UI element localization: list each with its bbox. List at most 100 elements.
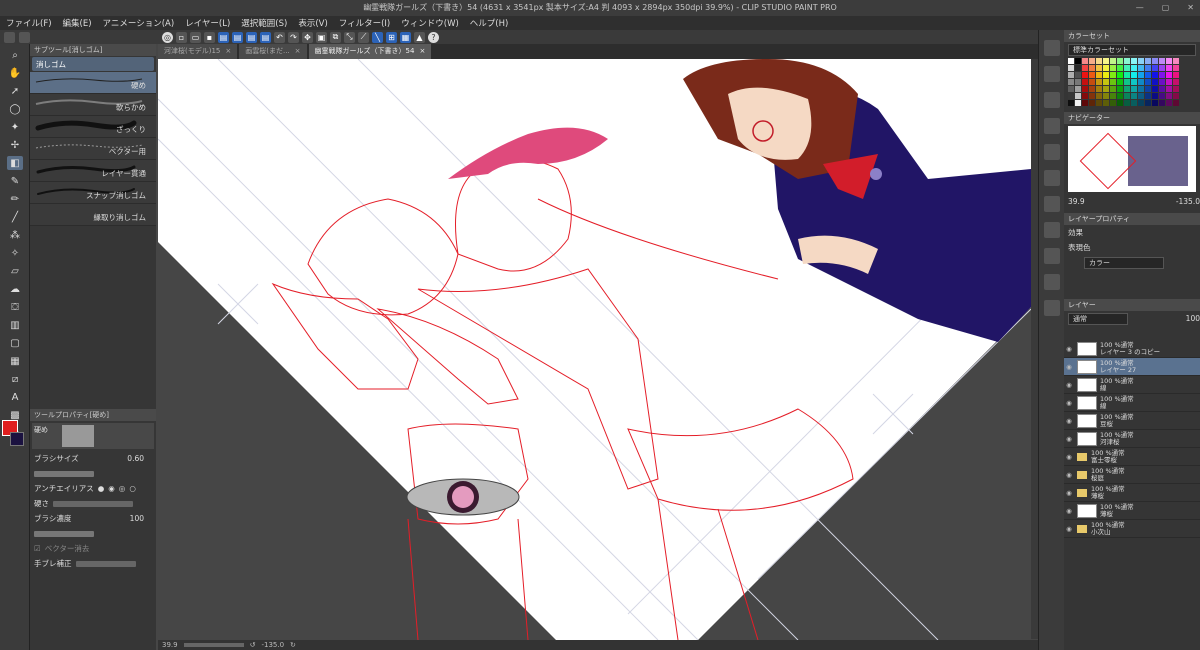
color-swatch[interactable] [1166, 58, 1172, 64]
artwork-canvas[interactable] [158, 59, 1031, 640]
color-swatch[interactable] [1110, 79, 1116, 85]
antialias-mid-icon[interactable]: ◎ [119, 484, 126, 493]
color-swatch[interactable] [1089, 65, 1095, 71]
subtool-item[interactable]: レイヤー貫通 [30, 160, 156, 182]
close-icon[interactable]: × [419, 44, 425, 59]
scale-icon[interactable]: ⤡ [344, 31, 355, 43]
color-swatch[interactable] [1103, 86, 1109, 92]
vector-erase-row[interactable]: ☑ ベクター消去 [30, 541, 156, 556]
color-swatch[interactable] [1173, 65, 1179, 71]
menu-filter[interactable]: フィルター(I) [339, 17, 390, 29]
color-swatch[interactable] [1068, 86, 1074, 92]
eraser2-tool-icon[interactable]: ▱ [7, 264, 23, 278]
antialias-weak-icon[interactable]: ◉ [108, 484, 115, 493]
color-swatch[interactable] [1159, 65, 1165, 71]
zoom-tool-icon[interactable]: ⌕ [7, 48, 23, 62]
color-swatch[interactable] [1089, 93, 1095, 99]
menu-help[interactable]: ヘルプ(H) [470, 17, 509, 29]
color-swatch[interactable] [1145, 93, 1151, 99]
color-swatch[interactable] [1110, 65, 1116, 71]
menu-layer[interactable]: レイヤー(L) [185, 17, 230, 29]
panel-icon[interactable] [1044, 170, 1060, 186]
hardness-slider[interactable] [53, 500, 133, 507]
colorset-select[interactable]: 標準カラーセット [1068, 44, 1196, 56]
color-swatch[interactable] [1068, 93, 1074, 99]
color-swatch[interactable] [1110, 86, 1116, 92]
subtool-item[interactable]: ベクター用 [30, 138, 156, 160]
navigator-zoom[interactable]: 39.9 [1068, 197, 1085, 206]
color-swatch[interactable] [1089, 72, 1095, 78]
color-swatch[interactable] [1110, 93, 1116, 99]
color-swatch[interactable] [1117, 72, 1123, 78]
density-value[interactable]: 100 [130, 514, 144, 523]
color-swatch[interactable] [1103, 100, 1109, 106]
eye-icon[interactable]: ◉ [1064, 345, 1074, 353]
subtool-panel-tab[interactable]: サブツール[消しゴム] [30, 44, 156, 56]
transform-icon[interactable]: ✥ [302, 31, 313, 43]
airbrush-tool-icon[interactable]: ⁂ [7, 228, 23, 242]
color-swatch[interactable] [1145, 86, 1151, 92]
color-swatch[interactable] [1075, 86, 1081, 92]
panel-icon[interactable] [1044, 144, 1060, 160]
color-swatch[interactable] [1096, 58, 1102, 64]
eye-icon[interactable]: ◉ [1064, 471, 1074, 479]
navigator-angle[interactable]: -135.0 [1176, 197, 1200, 206]
color-swatch[interactable] [1152, 72, 1158, 78]
eye-icon[interactable]: ◉ [1064, 489, 1074, 497]
color-swatch[interactable] [1075, 100, 1081, 106]
brush-size-slider[interactable] [34, 470, 94, 477]
sub-color-chip[interactable] [10, 432, 24, 446]
vertical-scrollbar[interactable] [1031, 59, 1038, 639]
color-swatch[interactable] [1159, 86, 1165, 92]
rotate-left-icon[interactable]: ↺ [250, 641, 256, 649]
expression-select[interactable]: カラー [1084, 257, 1164, 269]
subtool-item[interactable]: ざっくり [30, 116, 156, 138]
color-swatch[interactable] [1110, 72, 1116, 78]
blend-mode-select[interactable]: 通常 [1068, 312, 1128, 325]
export4-icon[interactable]: ▤ [260, 31, 271, 43]
close-icon[interactable]: × [295, 44, 301, 59]
layer-row[interactable]: ◉ 100 %通常 河津桜 [1064, 430, 1200, 448]
layer-property-tab[interactable]: レイヤープロパティ [1064, 213, 1200, 225]
color-swatch[interactable] [1068, 58, 1074, 64]
menu-edit[interactable]: 編集(E) [63, 17, 92, 29]
layer-row[interactable]: ◉ 100 %通常線 [1064, 376, 1200, 394]
color-swatch[interactable] [1159, 93, 1165, 99]
color-swatch[interactable] [1138, 100, 1144, 106]
color-swatch[interactable] [1124, 100, 1130, 106]
color-swatch[interactable] [1166, 86, 1172, 92]
doc-tab[interactable]: 河津桜(モデル)15 × [158, 44, 238, 59]
color-swatches[interactable] [1068, 58, 1196, 106]
color-swatch[interactable] [1068, 65, 1074, 71]
color-swatch[interactable] [1138, 65, 1144, 71]
zoom-slider[interactable] [183, 643, 244, 647]
angle-readout[interactable]: -135.0 [261, 641, 284, 649]
vector-erase-checkbox[interactable]: ☑ [34, 544, 41, 553]
move-layer-icon[interactable]: ✢ [7, 138, 23, 152]
color-swatch[interactable] [1138, 93, 1144, 99]
export3-icon[interactable]: ▤ [246, 31, 257, 43]
density-slider[interactable] [34, 530, 94, 537]
panel-icon[interactable] [1044, 222, 1060, 238]
pen-tool-icon[interactable]: ✎ [7, 174, 23, 188]
panel-icon[interactable] [1044, 248, 1060, 264]
color-swatch[interactable] [1089, 100, 1095, 106]
subtool-item[interactable]: スナップ消しゴム [30, 182, 156, 204]
brush-size-value[interactable]: 0.60 [127, 454, 144, 463]
eye-icon[interactable]: ◉ [1064, 453, 1074, 461]
clear-icon[interactable]: ▣ [316, 31, 327, 43]
color-swatch[interactable] [1068, 79, 1074, 85]
tool-tab-icon[interactable] [4, 31, 15, 43]
layer-opacity[interactable]: 100 [1186, 314, 1200, 323]
color-swatch[interactable] [1138, 79, 1144, 85]
eraser-tool-icon[interactable]: ◧ [7, 156, 23, 170]
fill-icon[interactable]: ⧉ [330, 31, 341, 43]
antialias-strong-icon[interactable]: ○ [129, 484, 136, 493]
color-swatch[interactable] [1110, 100, 1116, 106]
color-swatch[interactable] [1173, 86, 1179, 92]
panel-icon[interactable] [1044, 92, 1060, 108]
eye-icon[interactable]: ◉ [1064, 525, 1074, 533]
subtool-tab-icon[interactable] [19, 31, 30, 43]
layer-panel-tab[interactable]: レイヤー [1064, 299, 1200, 311]
layer-icon[interactable]: ▦ [400, 31, 411, 43]
